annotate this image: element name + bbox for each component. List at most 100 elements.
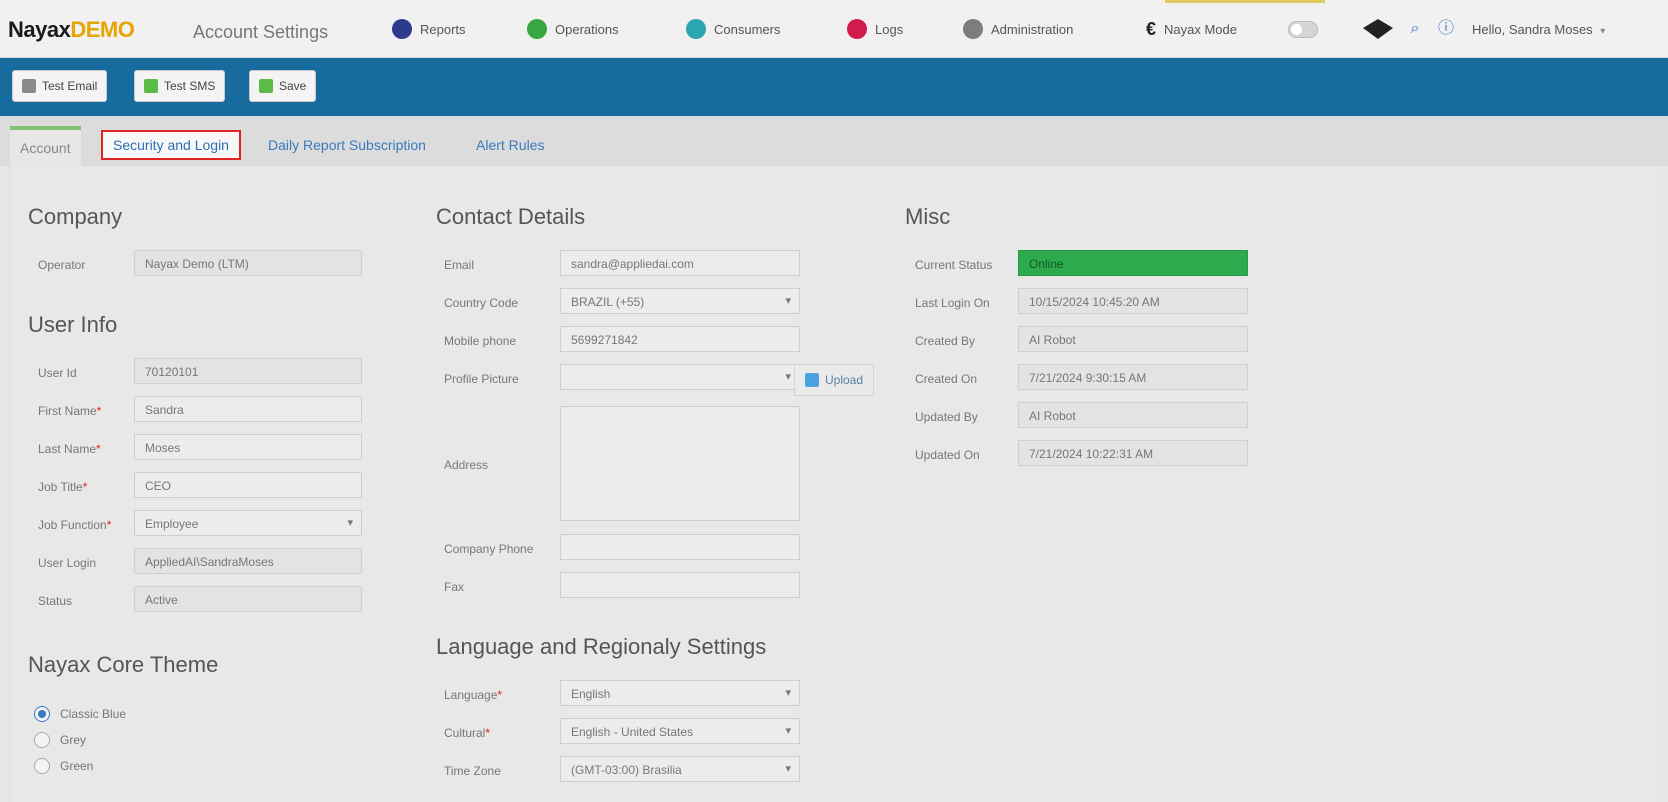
- user-menu[interactable]: Hello, Sandra Moses ▾: [1472, 22, 1605, 37]
- save-label: Save: [279, 79, 307, 93]
- reports-icon: [392, 19, 412, 39]
- updated-on-field: 7/21/2024 10:22:31 AM: [1018, 440, 1248, 466]
- language-label: Language*: [444, 688, 503, 702]
- cultural-label-text: Cultural: [444, 726, 486, 740]
- fax-input[interactable]: [560, 572, 800, 598]
- job-title-input[interactable]: CEO: [134, 472, 362, 498]
- graduation-cap-icon[interactable]: [1363, 19, 1393, 39]
- save-icon: [259, 79, 273, 93]
- last-name-label: Last Name*: [38, 442, 101, 456]
- time-zone-select[interactable]: (GMT-03:00) Brasilia: [560, 756, 800, 782]
- user-login-field: AppliedAI\SandraMoses: [134, 548, 362, 574]
- test-email-label: Test Email: [42, 79, 98, 93]
- created-by-label: Created By: [915, 334, 976, 348]
- created-on-field: 7/21/2024 9:30:15 AM: [1018, 364, 1248, 390]
- upload-label: Upload: [825, 373, 864, 387]
- upload-icon: [805, 373, 819, 387]
- mobile-phone-label: Mobile phone: [444, 334, 517, 348]
- job-function-label-text: Job Function: [38, 518, 107, 532]
- email-label: Email: [444, 258, 475, 272]
- theme-option-label: Classic Blue: [60, 707, 127, 721]
- job-function-select[interactable]: Employee: [134, 510, 362, 536]
- country-code-select[interactable]: BRAZIL (+55): [560, 288, 800, 314]
- operations-icon: [527, 19, 547, 39]
- theme-option-green[interactable]: Green: [34, 758, 93, 774]
- tab-security-and-login[interactable]: Security and Login: [101, 130, 241, 160]
- save-button[interactable]: Save: [249, 70, 317, 102]
- last-login-field: 10/15/2024 10:45:20 AM: [1018, 288, 1248, 314]
- nav-label: Consumers: [714, 21, 781, 37]
- email-icon: [22, 79, 36, 93]
- updated-by-field: AI Robot: [1018, 402, 1248, 428]
- theme-radio[interactable]: [34, 706, 50, 722]
- top-navigation-bar: NayaxDEMO Account Settings Reports Opera…: [0, 0, 1668, 58]
- nav-item-consumers[interactable]: Consumers: [686, 16, 780, 42]
- status-label: Status: [38, 594, 73, 608]
- nayax-mode-label-group: € Nayax Mode: [1146, 16, 1237, 42]
- job-function-label: Job Function*: [38, 518, 112, 532]
- job-title-label: Job Title*: [38, 480, 88, 494]
- profile-picture-select[interactable]: [560, 364, 800, 390]
- nav-item-reports[interactable]: Reports: [392, 16, 466, 42]
- theme-option-label: Green: [60, 759, 94, 773]
- misc-section-title: Misc: [905, 204, 951, 229]
- theme-option-grey[interactable]: Grey: [34, 732, 86, 748]
- last-name-label-text: Last Name: [38, 442, 97, 456]
- company-phone-label: Company Phone: [444, 542, 534, 556]
- theme-radio[interactable]: [34, 758, 50, 774]
- job-title-label-text: Job Title: [38, 480, 83, 494]
- company-phone-input[interactable]: [560, 534, 800, 560]
- mobile-phone-input[interactable]: 5699271842: [560, 326, 800, 352]
- operator-label: Operator: [38, 258, 86, 272]
- cultural-select[interactable]: English - United States: [560, 718, 800, 744]
- email-input[interactable]: sandra@appliedai.com: [560, 250, 800, 276]
- created-by-field: AI Robot: [1018, 326, 1248, 352]
- user-info-section-title: User Info: [28, 312, 118, 337]
- nav-item-logs[interactable]: Logs: [847, 16, 903, 42]
- theme-radio[interactable]: [34, 732, 50, 748]
- info-icon[interactable]: ⓘ: [1436, 19, 1456, 39]
- time-zone-label: Time Zone: [444, 764, 501, 778]
- account-form: Company Operator Nayax Demo (LTM) User I…: [12, 166, 1656, 802]
- upload-button[interactable]: Upload: [794, 364, 875, 396]
- test-email-button[interactable]: Test Email: [12, 70, 108, 102]
- nayax-mode-toggle[interactable]: [1288, 21, 1318, 38]
- settings-tabs: Account Security and Login Daily Report …: [0, 116, 1668, 166]
- nav-item-operations[interactable]: Operations: [527, 16, 619, 42]
- user-id-field: 70120101: [134, 358, 362, 384]
- last-login-label: Last Login On: [915, 296, 990, 310]
- address-textarea[interactable]: [560, 406, 800, 521]
- tab-account[interactable]: Account: [10, 126, 81, 166]
- first-name-label: First Name*: [38, 404, 102, 418]
- fax-label: Fax: [444, 580, 465, 594]
- company-section-title: Company: [28, 204, 123, 229]
- status-field: Active: [134, 586, 362, 612]
- nayax-logo[interactable]: NayaxDEMO: [8, 17, 135, 43]
- logo-text-secondary: DEMO: [70, 17, 135, 42]
- address-label: Address: [444, 458, 489, 472]
- theme-option-classic-blue[interactable]: Classic Blue: [34, 706, 126, 722]
- consumers-icon: [686, 19, 706, 39]
- nav-item-administration[interactable]: Administration: [963, 16, 1073, 42]
- search-icon[interactable]: ⌕: [1405, 19, 1425, 39]
- tab-daily-report-subscription[interactable]: Daily Report Subscription: [258, 130, 436, 160]
- language-select[interactable]: English: [560, 680, 800, 706]
- test-sms-button[interactable]: Test SMS: [134, 70, 226, 102]
- first-name-label-text: First Name: [38, 404, 97, 418]
- cultural-label: Cultural*: [444, 726, 491, 740]
- sms-icon: [144, 79, 158, 93]
- mode-accent-bar: [1165, 0, 1325, 3]
- tab-alert-rules[interactable]: Alert Rules: [466, 130, 554, 160]
- nav-label: Operations: [555, 21, 619, 37]
- current-status-label: Current Status: [915, 258, 993, 272]
- action-toolbar: Test Email Test SMS Save: [0, 58, 1668, 116]
- theme-section-title: Nayax Core Theme: [28, 652, 219, 677]
- logs-icon: [847, 19, 867, 39]
- nayax-mode-icon: €: [1146, 18, 1157, 39]
- first-name-input[interactable]: Sandra: [134, 396, 362, 422]
- last-name-input[interactable]: Moses: [134, 434, 362, 460]
- logo-text-primary: Nayax: [8, 17, 71, 42]
- profile-picture-label: Profile Picture: [444, 372, 519, 386]
- nav-label: Reports: [420, 21, 466, 37]
- administration-icon: [963, 19, 983, 39]
